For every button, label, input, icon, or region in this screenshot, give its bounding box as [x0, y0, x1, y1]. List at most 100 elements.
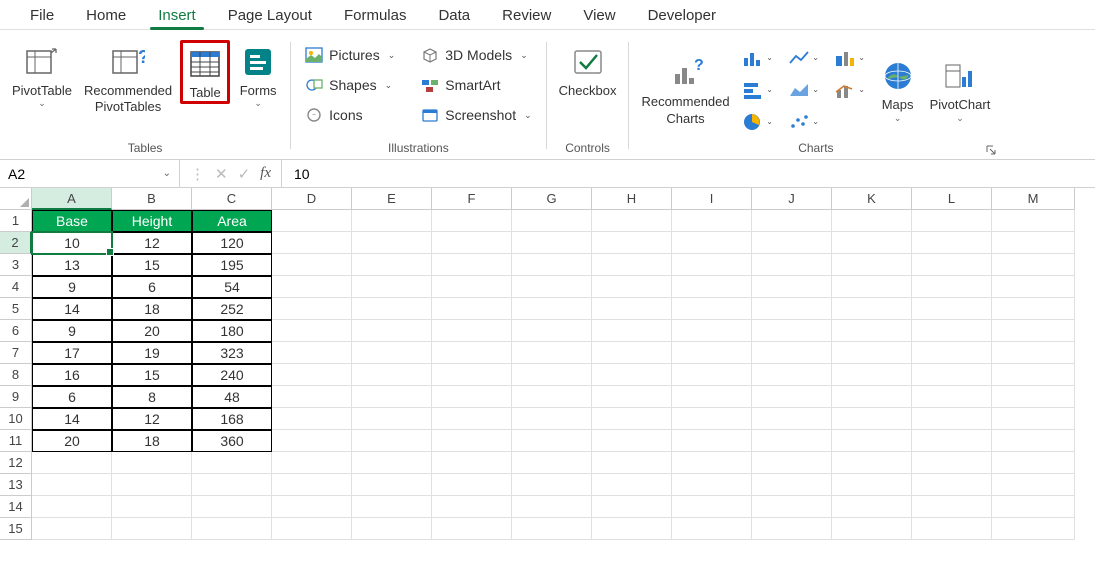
cell[interactable]	[672, 276, 752, 298]
cell[interactable]	[832, 452, 912, 474]
cell[interactable]	[592, 254, 672, 276]
cell[interactable]	[832, 276, 912, 298]
cell[interactable]	[992, 320, 1075, 342]
cell[interactable]: 195	[192, 254, 272, 276]
cell[interactable]: 168	[192, 408, 272, 430]
column-header[interactable]: I	[672, 188, 752, 210]
cell[interactable]	[192, 496, 272, 518]
cell[interactable]	[432, 210, 512, 232]
cell[interactable]	[832, 232, 912, 254]
cell[interactable]	[992, 364, 1075, 386]
cell[interactable]	[672, 430, 752, 452]
forms-button[interactable]: Forms ⌄	[234, 40, 282, 110]
cell[interactable]	[512, 386, 592, 408]
cell[interactable]	[432, 276, 512, 298]
cell[interactable]	[432, 430, 512, 452]
cell[interactable]	[432, 254, 512, 276]
cell[interactable]	[432, 452, 512, 474]
cell[interactable]: 14	[32, 408, 112, 430]
tab-page-layout[interactable]: Page Layout	[212, 3, 328, 29]
cell[interactable]	[912, 430, 992, 452]
column-header[interactable]: B	[112, 188, 192, 210]
cell[interactable]	[272, 210, 352, 232]
cell[interactable]	[432, 298, 512, 320]
cell[interactable]	[272, 496, 352, 518]
cell[interactable]	[272, 408, 352, 430]
cell[interactable]: 180	[192, 320, 272, 342]
cell[interactable]	[912, 364, 992, 386]
cell[interactable]	[992, 408, 1075, 430]
cell[interactable]: 360	[192, 430, 272, 452]
cell[interactable]	[912, 496, 992, 518]
cell[interactable]	[992, 474, 1075, 496]
cell[interactable]	[512, 496, 592, 518]
cell[interactable]	[672, 342, 752, 364]
formula-input[interactable]	[294, 166, 1083, 182]
charts-dialog-launcher[interactable]	[984, 143, 998, 157]
cell[interactable]	[592, 518, 672, 540]
cell[interactable]: 54	[192, 276, 272, 298]
cell[interactable]	[272, 386, 352, 408]
cell[interactable]: 252	[192, 298, 272, 320]
column-header[interactable]: J	[752, 188, 832, 210]
cell[interactable]: 20	[112, 320, 192, 342]
cell[interactable]	[512, 210, 592, 232]
recommended-charts-button[interactable]: ? Recommended Charts	[637, 51, 733, 128]
cell[interactable]: Base	[32, 210, 112, 232]
cell[interactable]	[432, 496, 512, 518]
cell[interactable]	[192, 474, 272, 496]
cell[interactable]	[592, 408, 672, 430]
cell[interactable]	[352, 342, 432, 364]
cell[interactable]	[352, 320, 432, 342]
row-header[interactable]: 7	[0, 342, 32, 364]
row-header[interactable]: 9	[0, 386, 32, 408]
row-header[interactable]: 5	[0, 298, 32, 320]
bar-chart-button[interactable]: ⌄	[738, 75, 778, 105]
cell[interactable]	[352, 430, 432, 452]
shapes-button[interactable]: Shapes ⌄	[299, 70, 401, 100]
cell[interactable]	[592, 298, 672, 320]
line-chart-button[interactable]: ⌄	[784, 43, 824, 73]
cell[interactable]: 18	[112, 298, 192, 320]
row-header[interactable]: 10	[0, 408, 32, 430]
cell[interactable]	[672, 386, 752, 408]
pictures-button[interactable]: Pictures ⌄	[299, 40, 401, 70]
cell[interactable]	[992, 298, 1075, 320]
checkbox-button[interactable]: Checkbox	[555, 40, 621, 100]
cell[interactable]	[672, 496, 752, 518]
cell[interactable]	[832, 386, 912, 408]
cell[interactable]	[512, 408, 592, 430]
cell[interactable]	[512, 474, 592, 496]
cell[interactable]	[672, 474, 752, 496]
cell[interactable]: 15	[112, 364, 192, 386]
cell[interactable]	[432, 232, 512, 254]
cell[interactable]	[592, 386, 672, 408]
cell[interactable]	[752, 210, 832, 232]
cell[interactable]	[352, 254, 432, 276]
cell[interactable]	[752, 452, 832, 474]
cell[interactable]: 18	[112, 430, 192, 452]
cell[interactable]	[512, 518, 592, 540]
cell[interactable]: 12	[112, 408, 192, 430]
column-header[interactable]: C	[192, 188, 272, 210]
maps-button[interactable]: Maps ⌄	[874, 54, 922, 124]
name-box-dropdown[interactable]: ⌄	[163, 168, 171, 179]
cell[interactable]	[992, 452, 1075, 474]
cell[interactable]	[512, 342, 592, 364]
cell[interactable]	[752, 254, 832, 276]
cell[interactable]	[352, 386, 432, 408]
cell[interactable]	[352, 232, 432, 254]
cell[interactable]	[752, 232, 832, 254]
cell[interactable]	[272, 298, 352, 320]
pivot-table-button[interactable]: PivotTable ⌄	[8, 40, 76, 110]
cell[interactable]	[352, 518, 432, 540]
cell[interactable]	[272, 342, 352, 364]
tab-file[interactable]: File	[14, 3, 70, 29]
cell[interactable]: 323	[192, 342, 272, 364]
cell[interactable]	[752, 430, 832, 452]
cell[interactable]	[32, 452, 112, 474]
cell[interactable]	[672, 320, 752, 342]
cell[interactable]	[192, 452, 272, 474]
row-header[interactable]: 11	[0, 430, 32, 452]
cell[interactable]	[912, 254, 992, 276]
